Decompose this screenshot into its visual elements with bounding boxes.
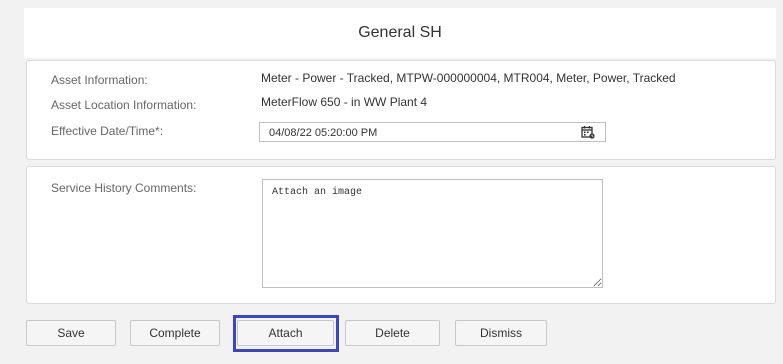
dismiss-button[interactable]: Dismiss — [455, 320, 547, 346]
service-history-comments-label: Service History Comments: — [51, 181, 197, 195]
form-header: General SH — [24, 8, 776, 58]
complete-button[interactable]: Complete — [130, 320, 220, 346]
effective-date-label: Effective Date/Time*: — [51, 124, 164, 138]
effective-date-field — [259, 122, 606, 142]
asset-info-panel: Asset Information: Meter - Power - Track… — [26, 60, 776, 160]
service-history-comments-textarea[interactable]: Attach an image — [262, 179, 603, 288]
comments-panel: Service History Comments: Attach an imag… — [26, 166, 776, 304]
calendar-icon[interactable] — [581, 125, 595, 139]
attach-button[interactable]: Attach — [237, 320, 334, 346]
asset-location-label: Asset Location Information: — [51, 98, 197, 112]
save-button[interactable]: Save — [26, 320, 116, 346]
asset-location-value: MeterFlow 650 - in WW Plant 4 — [261, 95, 428, 109]
effective-date-input[interactable] — [260, 124, 569, 142]
form-title: General SH — [358, 24, 442, 41]
asset-information-value: Meter - Power - Tracked, MTPW-000000004,… — [261, 71, 676, 85]
delete-button[interactable]: Delete — [345, 320, 440, 346]
asset-information-label: Asset Information: — [51, 73, 148, 87]
